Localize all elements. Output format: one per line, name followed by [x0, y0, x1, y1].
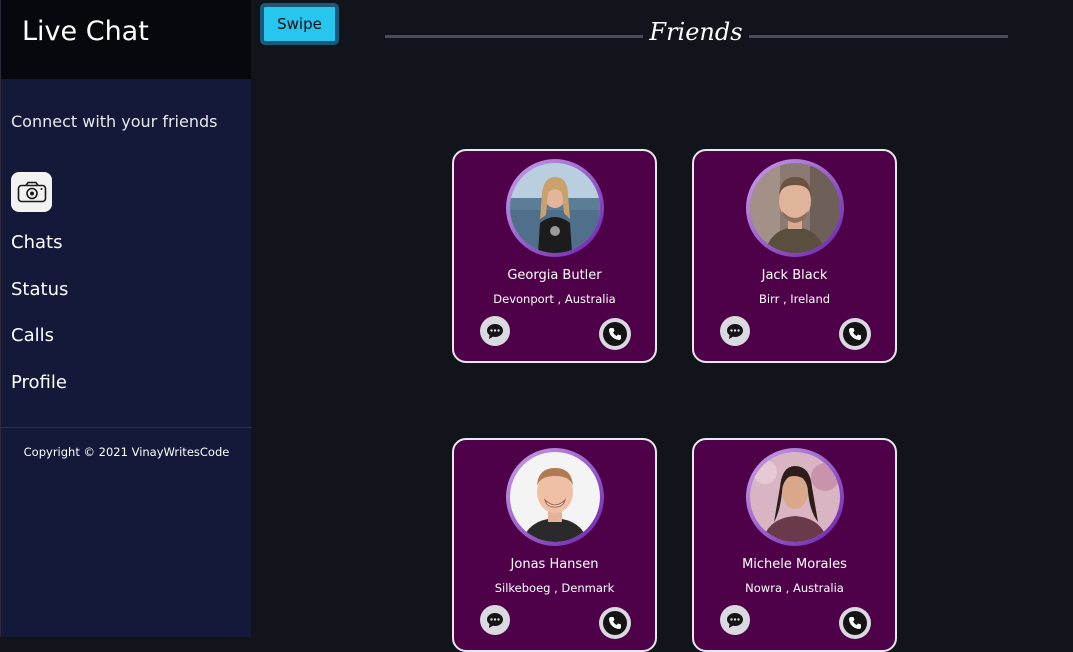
phone-icon: [609, 328, 621, 340]
friend-card[interactable]: Jonas Hansen Silkeboeg , Denmark: [452, 438, 657, 652]
sidebar-divider: [1, 427, 252, 428]
message-button[interactable]: [720, 605, 750, 635]
avatar-ring: [506, 448, 604, 546]
message-button[interactable]: [480, 316, 510, 346]
call-button-inner: [843, 322, 867, 346]
avatar-ring: [746, 448, 844, 546]
chat-bubble-icon: [727, 323, 743, 339]
friend-location: Birr , Ireland: [758, 292, 831, 306]
avatar: [750, 163, 840, 253]
camera-button[interactable]: [11, 172, 52, 212]
swipe-button[interactable]: Swipe: [260, 3, 339, 45]
call-button-inner: [843, 611, 867, 635]
friend-name: Michele Morales: [742, 557, 847, 572]
call-button[interactable]: [839, 607, 871, 639]
sidebar-nav: Chats Status Calls Profile: [11, 232, 68, 418]
phone-icon: [849, 617, 861, 629]
friend-name: Jack Black: [761, 268, 828, 283]
sidebar-item-calls[interactable]: Calls: [11, 325, 68, 372]
call-button[interactable]: [599, 607, 631, 639]
sidebar: Live Chat Connect with your friends Chat…: [0, 0, 252, 637]
camera-icon: [17, 181, 46, 203]
avatar: [510, 163, 600, 253]
message-button[interactable]: [720, 316, 750, 346]
tagline: Connect with your friends: [11, 112, 218, 131]
friend-location: Silkeboeg , Denmark: [494, 581, 615, 595]
call-button[interactable]: [599, 318, 631, 350]
friends-heading: Friends: [385, 18, 1008, 54]
friend-location: Devonport , Australia: [493, 292, 616, 306]
phone-icon: [849, 328, 861, 340]
avatar: [750, 452, 840, 542]
heading-divider-right: [749, 35, 1008, 38]
copyright: Copyright © 2021 VinayWritesCode: [23, 445, 230, 459]
sidebar-item-status[interactable]: Status: [11, 279, 68, 326]
friend-name: Jonas Hansen: [510, 557, 599, 572]
sidebar-item-profile[interactable]: Profile: [11, 372, 68, 419]
avatar-ring: [746, 159, 844, 257]
heading-divider-left: [385, 35, 643, 38]
app-title: Live Chat: [1, 0, 251, 79]
friend-card[interactable]: Michele Morales Nowra , Australia: [692, 438, 897, 652]
chat-bubble-icon: [727, 612, 743, 628]
page-title: Friends: [649, 18, 743, 46]
message-button[interactable]: [480, 605, 510, 635]
call-button-inner: [603, 322, 627, 346]
chat-bubble-icon: [487, 323, 503, 339]
avatar: [510, 452, 600, 542]
friend-name: Georgia Butler: [507, 268, 602, 283]
chat-bubble-icon: [487, 612, 503, 628]
avatar-ring: [506, 159, 604, 257]
phone-icon: [609, 617, 621, 629]
friend-card[interactable]: Georgia Butler Devonport , Australia: [452, 149, 657, 363]
call-button[interactable]: [839, 318, 871, 350]
friend-location: Nowra , Australia: [745, 581, 844, 595]
call-button-inner: [603, 611, 627, 635]
friend-card[interactable]: Jack Black Birr , Ireland: [692, 149, 897, 363]
sidebar-item-chats[interactable]: Chats: [11, 232, 68, 279]
